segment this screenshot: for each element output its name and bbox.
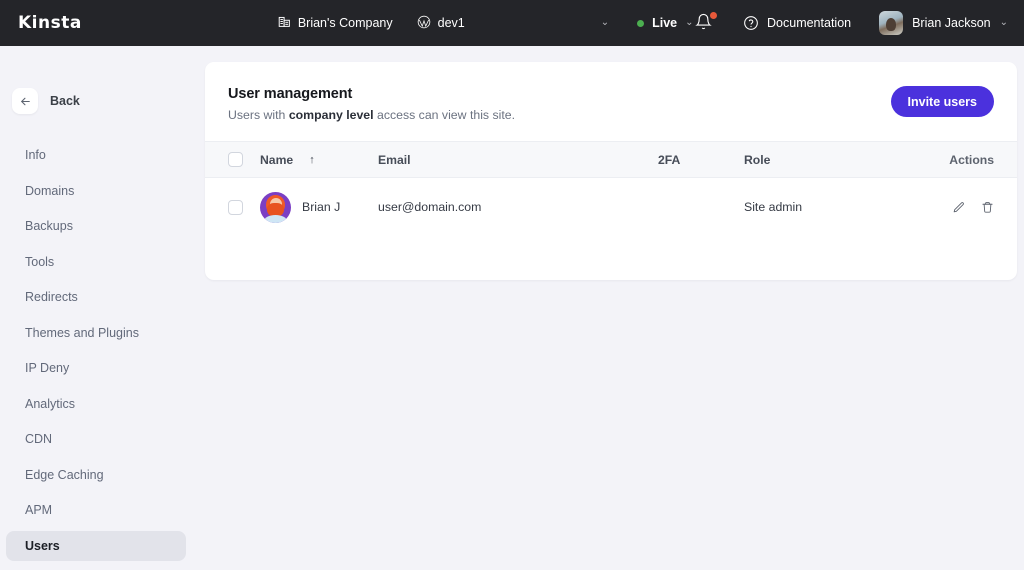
sidebar-item-label: Edge Caching xyxy=(25,467,104,482)
user-menu[interactable]: Brian Jackson ⌄ xyxy=(879,11,1008,35)
sidebar-item-analytics[interactable]: Analytics xyxy=(6,389,186,419)
row-name-label: Brian J xyxy=(302,200,341,214)
column-header-role[interactable]: Role xyxy=(744,153,934,167)
environment-status-dot xyxy=(637,19,645,27)
card-header: User management Users with company level… xyxy=(205,62,1017,122)
top-bar-right-group: Documentation Brian Jackson ⌄ xyxy=(695,11,1008,35)
select-all-checkbox[interactable] xyxy=(228,152,243,167)
pencil-icon xyxy=(953,201,964,212)
sidebar-item-label: Info xyxy=(25,148,46,162)
column-header-actions: Actions xyxy=(949,152,994,167)
user-management-card: User management Users with company level… xyxy=(205,62,1017,280)
users-table: Name ↑ Email 2FA Role Actions Brian J use… xyxy=(205,141,1017,236)
page-title: User management xyxy=(228,86,353,102)
row-checkbox-cell xyxy=(228,199,260,215)
sidebar-item-ip-deny[interactable]: IP Deny xyxy=(6,353,186,383)
page-subtitle: Users with company level access can view… xyxy=(228,108,515,122)
sidebar-item-label: Domains xyxy=(25,183,75,198)
sidebar-item-label: Tools xyxy=(25,254,55,269)
notifications-button[interactable] xyxy=(695,12,718,33)
sidebar-item-themes-and-plugins[interactable]: Themes and Plugins xyxy=(6,318,186,348)
trash-icon xyxy=(982,201,993,213)
sidebar-item-edge-caching[interactable]: Edge Caching xyxy=(6,460,186,490)
subtitle-suffix: access can view this site. xyxy=(373,108,516,122)
sidebar-item-tools[interactable]: Tools xyxy=(6,247,186,277)
cell-actions xyxy=(934,201,994,214)
documentation-label: Documentation xyxy=(767,16,852,30)
row-select-checkbox[interactable] xyxy=(228,199,243,215)
top-navigation-bar: Kinsta Brian's Company dev1 ⌄ Live ⌄ Doc… xyxy=(0,0,1024,46)
sidebar-item-label: Redirects xyxy=(25,290,78,304)
select-all-checkbox-cell xyxy=(228,152,260,167)
notification-badge xyxy=(710,12,718,19)
company-selector[interactable]: Brian's Company xyxy=(278,15,393,31)
kinsta-logo[interactable]: Kinsta xyxy=(18,13,82,33)
sidebar-item-users[interactable]: Users xyxy=(6,530,186,561)
delete-user-button[interactable] xyxy=(981,201,994,214)
wordpress-icon xyxy=(417,15,431,32)
sidebar-item-label: Backups xyxy=(25,219,73,233)
company-building-icon xyxy=(278,15,291,31)
table-row[interactable]: Brian J user@domain.com Site admin xyxy=(205,178,1017,236)
user-avatar xyxy=(879,11,904,35)
sidebar-item-apm[interactable]: APM xyxy=(6,495,186,525)
site-name-label: dev1 xyxy=(437,16,465,30)
site-selector[interactable]: dev1 xyxy=(417,15,465,32)
card-header-text: User management Users with company level… xyxy=(228,86,515,122)
sidebar-item-label: Analytics xyxy=(25,396,76,411)
user-chevron-down-icon[interactable]: ⌄ xyxy=(1000,18,1008,28)
avatar xyxy=(260,191,291,223)
sidebar-item-label: CDN xyxy=(25,432,53,446)
column-header-name[interactable]: Name ↑ xyxy=(260,153,378,167)
company-name-label: Brian's Company xyxy=(297,16,393,30)
sidebar-item-cdn[interactable]: CDN xyxy=(6,424,186,454)
back-label: Back xyxy=(50,94,80,108)
sidebar-item-label: Themes and Plugins xyxy=(25,325,139,340)
sidebar-item-domains[interactable]: Domains xyxy=(6,176,186,206)
environment-label: Live xyxy=(652,16,678,30)
cell-name: Brian J xyxy=(260,191,378,223)
sidebar-item-label: APM xyxy=(25,503,53,517)
subtitle-emphasis: company level xyxy=(288,108,374,122)
question-circle-icon xyxy=(744,16,758,30)
back-button[interactable]: Back xyxy=(12,88,192,114)
environment-selector[interactable]: Live ⌄ xyxy=(637,16,694,30)
column-header-email[interactable]: Email xyxy=(378,153,658,167)
column-header-2fa[interactable]: 2FA xyxy=(658,153,744,167)
sort-ascending-icon[interactable]: ↑ xyxy=(309,154,315,166)
site-chevron-down-icon[interactable]: ⌄ xyxy=(601,18,609,28)
sidebar-item-info[interactable]: Info xyxy=(6,140,186,170)
documentation-link[interactable]: Documentation xyxy=(743,15,851,31)
user-name-label: Brian Jackson xyxy=(912,16,991,30)
edit-user-button[interactable] xyxy=(952,201,965,214)
column-header-name-label: Name xyxy=(260,152,294,167)
subtitle-prefix: Users with xyxy=(228,108,289,122)
environment-chevron-down-icon[interactable]: ⌄ xyxy=(685,18,693,28)
invite-users-button[interactable]: Invite users xyxy=(890,86,994,117)
cell-role: Site admin xyxy=(744,200,803,214)
sidebar-item-label: IP Deny xyxy=(25,361,70,375)
sidebar-item-redirects[interactable]: Redirects xyxy=(6,282,186,312)
sidebar-nav: Info Domains Backups Tools Redirects The… xyxy=(0,140,192,561)
sidebar-item-label: Users xyxy=(25,538,60,553)
sidebar: Back Info Domains Backups Tools Redirect… xyxy=(0,46,192,570)
sidebar-item-backups[interactable]: Backups xyxy=(6,211,186,241)
cell-email: user@domain.com xyxy=(378,200,482,214)
arrow-left-icon xyxy=(12,88,38,114)
table-header-row: Name ↑ Email 2FA Role Actions xyxy=(205,141,1017,178)
